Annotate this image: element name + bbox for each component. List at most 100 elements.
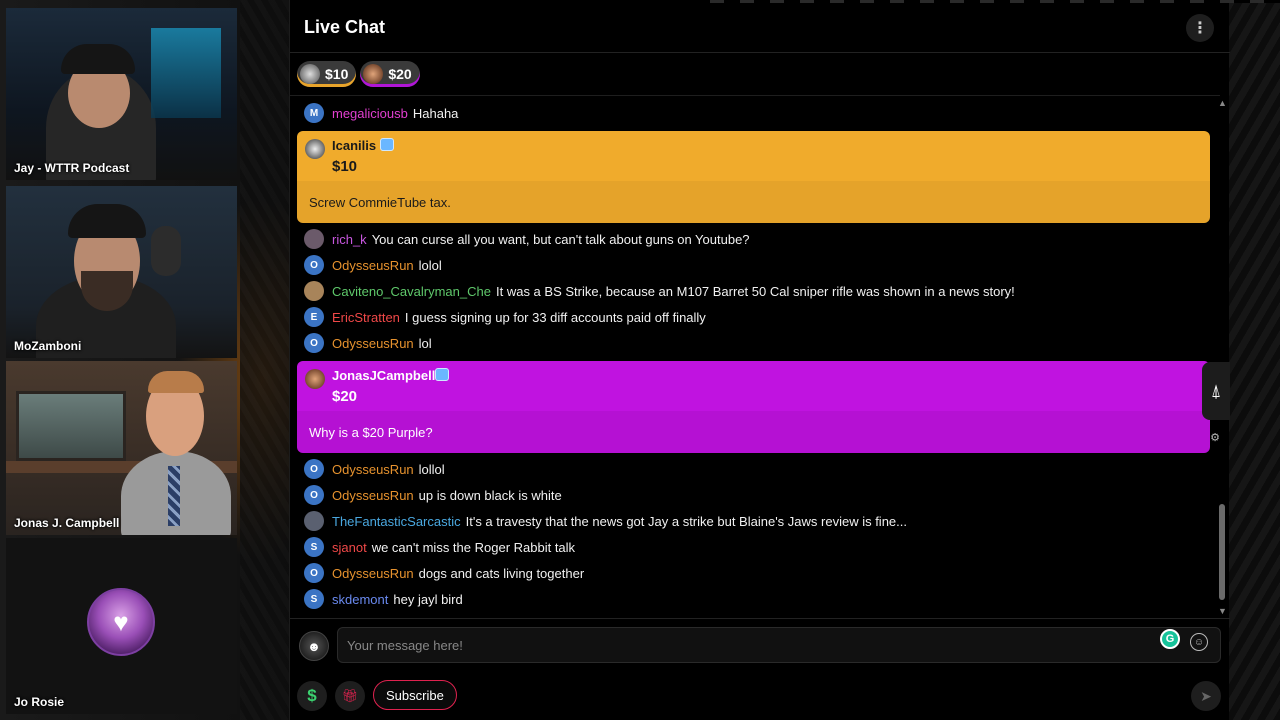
username[interactable]: JonasJCampbell: [332, 368, 435, 383]
user-avatar: [304, 281, 324, 301]
user-avatar: E: [304, 307, 324, 327]
ticker-item[interactable]: $20: [360, 61, 420, 87]
superchat: Icanilis $10 Screw CommieTube tax.: [297, 131, 1210, 223]
chat-message: O OdysseusRun dogs and cats living toget…: [304, 562, 584, 584]
username[interactable]: Caviteno_Cavalryman_Che: [332, 284, 491, 299]
username[interactable]: skdemont: [332, 592, 388, 607]
scroll-up-icon[interactable]: ▲: [1218, 98, 1227, 108]
superchat: JonasJCampbell $20 Why is a $20 Purple?: [297, 361, 1210, 453]
hair: [148, 371, 204, 393]
message-text: lolol: [418, 257, 442, 273]
chat-message: S sjanot we can't miss the Roger Rabbit …: [304, 536, 575, 558]
message-text: dogs and cats living together: [418, 565, 585, 581]
camera-column: Jay - WTTR Podcast MoZamboni Jonas J. Ca…: [6, 8, 237, 714]
superchat-message: Screw CommieTube tax.: [309, 195, 451, 210]
background-pattern-right: [1228, 0, 1280, 720]
user-avatar: O: [304, 255, 324, 275]
subscribe-button[interactable]: Subscribe: [373, 680, 457, 710]
ticker-amount: $10: [325, 66, 349, 82]
chat-message: E EricStratten I guess signing up for 33…: [304, 306, 706, 328]
chat-title: Live Chat: [304, 17, 386, 37]
my-avatar: ☻: [299, 631, 329, 661]
message-text: lollol: [418, 461, 445, 477]
username[interactable]: TheFantasticSarcastic: [332, 514, 461, 529]
emoji-icon[interactable]: ☺: [1190, 633, 1208, 651]
chat-message: Caviteno_Cavalryman_Che It was a BS Stri…: [304, 280, 1015, 302]
user-avatar: O: [304, 563, 324, 583]
camera-name: Jonas J. Campbell: [14, 516, 120, 530]
username[interactable]: rich_k: [332, 232, 367, 247]
gear-icon[interactable]: ⚙: [1208, 430, 1222, 444]
background-pattern-left: [240, 0, 290, 720]
message-input[interactable]: [347, 637, 1127, 653]
message-text: hey jayl bird: [393, 591, 463, 607]
message-text: It was a BS Strike, because an M107 Barr…: [495, 283, 1015, 299]
cap: [61, 44, 135, 74]
user-avatar: M: [304, 103, 324, 123]
chat-message: rich_k You can curse all you want, but c…: [304, 228, 750, 250]
username[interactable]: OdysseusRun: [332, 566, 414, 581]
person-icon: ⍋: [1210, 380, 1222, 401]
chat-header: Live Chat ⋮: [290, 0, 1230, 53]
chat-message: TheFantasticSarcastic It's a travesty th…: [304, 510, 907, 532]
user-avatar: O: [304, 459, 324, 479]
user-avatar: O: [304, 485, 324, 505]
message-text: lol: [418, 335, 432, 351]
ticker-avatar: [363, 64, 384, 84]
chat-message: O OdysseusRun lol: [304, 332, 432, 354]
scroll-down-icon[interactable]: ▼: [1218, 606, 1227, 616]
superchat-tickers: $10 $20: [297, 61, 420, 89]
gift-button[interactable]: 🎁︎: [335, 681, 365, 711]
username[interactable]: OdysseusRun: [332, 258, 414, 273]
dollar-icon: $: [307, 686, 317, 705]
username[interactable]: EricStratten: [332, 310, 400, 325]
message-input-box[interactable]: [337, 627, 1221, 663]
user-avatar: [305, 139, 325, 159]
user-avatar: [304, 229, 324, 249]
chat-message: O OdysseusRun lolol: [304, 254, 442, 276]
grammarly-icon[interactable]: G: [1160, 629, 1180, 649]
scroll-thumb[interactable]: [1219, 504, 1225, 600]
side-panel-toggle[interactable]: ⍋: [1202, 362, 1230, 420]
camera-feed-2: MoZamboni: [6, 186, 237, 358]
chat-message: M megaliciousb Hahaha: [304, 102, 458, 124]
username[interactable]: OdysseusRun: [332, 336, 414, 351]
ticker-avatar: [300, 64, 320, 84]
superchat-amount: $10: [332, 158, 358, 175]
send-button[interactable]: ➤: [1191, 681, 1221, 711]
cap: [68, 204, 146, 238]
user-avatar: S: [304, 537, 324, 557]
username[interactable]: sjanot: [332, 540, 367, 555]
send-icon: ➤: [1200, 687, 1212, 704]
more-options-button[interactable]: ⋮: [1186, 14, 1214, 42]
microphone: [151, 226, 181, 276]
more-vert-icon: ⋮: [1192, 20, 1208, 37]
camera-feed-1: Jay - WTTR Podcast: [6, 8, 237, 180]
chat-message: S skdemont hey jayl bird: [304, 588, 463, 610]
camera-name: Jo Rosie: [14, 695, 65, 709]
username[interactable]: megaliciousb: [332, 106, 408, 121]
superchat-button[interactable]: $: [297, 681, 327, 711]
username[interactable]: OdysseusRun: [332, 488, 414, 503]
chat-scrollbar[interactable]: ▲ ▼: [1216, 96, 1228, 616]
camera-feed-4: ♥ Jo Rosie: [6, 538, 237, 714]
user-avatar: [304, 511, 324, 531]
username[interactable]: Icanilis: [332, 138, 376, 153]
tie: [168, 466, 180, 526]
ticker-amount: $20: [388, 66, 412, 82]
username[interactable]: OdysseusRun: [332, 462, 414, 477]
message-text: Hahaha: [412, 105, 459, 121]
user-avatar: S: [304, 589, 324, 609]
user-avatar: O: [304, 333, 324, 353]
camera-name: Jay - WTTR Podcast: [14, 161, 130, 175]
badge-icon: [435, 368, 449, 381]
window: [16, 391, 126, 461]
chat-message: O OdysseusRun up is down black is white: [304, 484, 562, 506]
avatar: ♥: [87, 588, 155, 656]
camera-name: MoZamboni: [14, 339, 82, 353]
badge-icon: [380, 138, 394, 151]
message-text: It's a travesty that the news got Jay a …: [465, 513, 907, 529]
camera-feed-3: Jonas J. Campbell: [6, 361, 237, 535]
message-list: M megaliciousb Hahaha Icanilis $10 Screw…: [290, 96, 1220, 616]
ticker-item[interactable]: $10: [297, 61, 357, 87]
